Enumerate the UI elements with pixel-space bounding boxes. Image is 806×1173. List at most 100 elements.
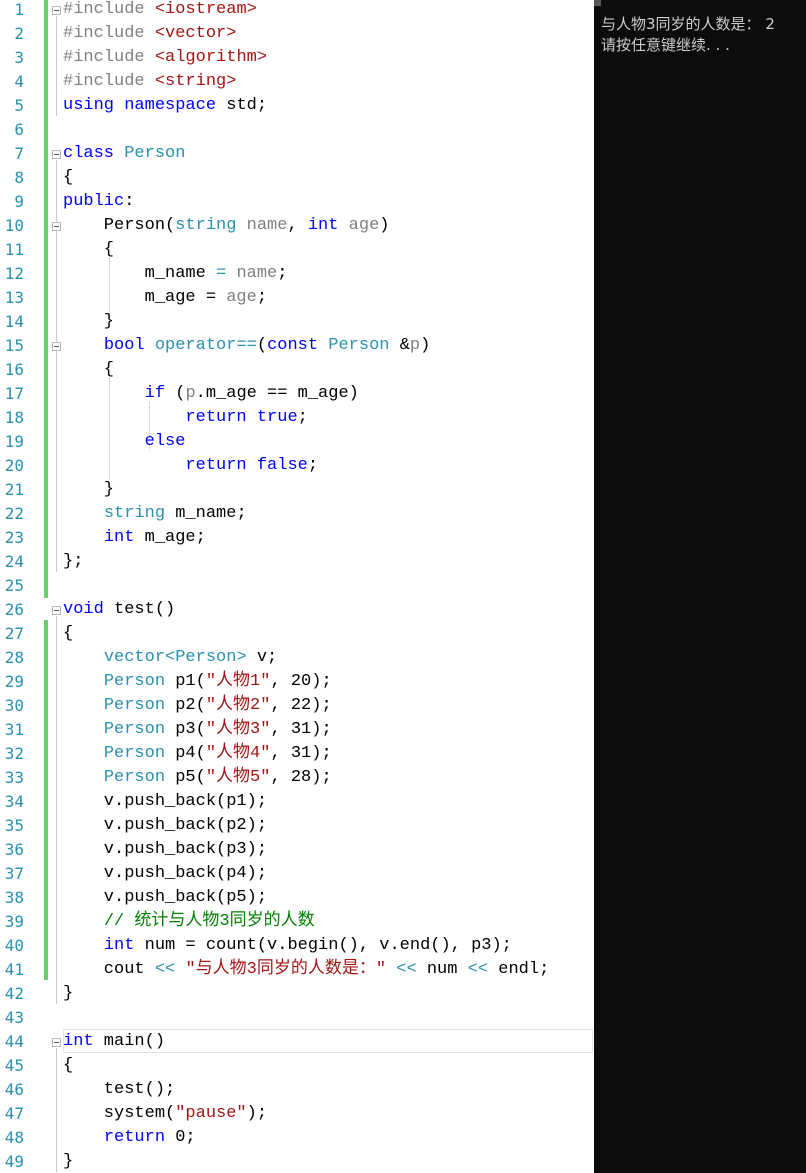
code-line[interactable]: system("pause"); [63, 1102, 267, 1126]
fold-toggle-icon[interactable] [52, 222, 61, 231]
code-line[interactable]: Person p3("人物3", 31); [63, 718, 332, 742]
code-line[interactable]: Person p1("人物1", 20); [63, 670, 332, 694]
code-token: ; [307, 456, 319, 475]
console-scrollbar-thumb[interactable] [594, 0, 601, 6]
code-token: return [185, 408, 247, 427]
code-token: Person [103, 696, 166, 715]
code-line[interactable]: m_name = name; [63, 262, 288, 286]
line-number: 45 [4, 1056, 24, 1075]
code-line[interactable]: int num = count(v.begin(), v.end(), p3); [63, 934, 512, 958]
line-number: 29 [4, 672, 24, 691]
code-line[interactable]: test(); [63, 1078, 175, 1102]
code-token: << [154, 960, 176, 979]
code-line[interactable]: return true; [63, 406, 307, 430]
code-line[interactable]: string m_name; [63, 502, 247, 526]
fold-toggle-icon[interactable] [52, 606, 61, 615]
code-line[interactable]: #include <iostream> [63, 0, 257, 22]
code-token: & [389, 336, 410, 355]
code-editor[interactable]: 1 2 3 4 5 6 7 8 9 10 11 12 13 14 15 16 17 18 19 20 21 22 23 24 2… [0, 0, 594, 1173]
line-number: 34 [4, 792, 24, 811]
code-line[interactable]: class Person [63, 142, 185, 166]
code-token: ); [246, 1104, 268, 1123]
code-line[interactable]: }; [63, 550, 83, 574]
code-line[interactable]: bool operator==(const Person &p) [63, 334, 431, 358]
code-token: p4( [165, 744, 206, 763]
code-line[interactable]: #include <algorithm> [63, 46, 267, 70]
code-token: string [103, 504, 166, 523]
code-token: false [256, 456, 308, 475]
code-line[interactable]: } [63, 982, 73, 1006]
code-token: true [256, 408, 298, 427]
code-token: ; [256, 288, 268, 307]
code-line[interactable]: { [63, 358, 114, 382]
code-line[interactable]: { [63, 1054, 73, 1078]
code-token: return [185, 456, 247, 475]
fold-toggle-icon[interactable] [52, 6, 61, 15]
line-number: 30 [4, 696, 24, 715]
code-token: public [63, 192, 125, 211]
code-line[interactable]: return 0; [63, 1126, 196, 1150]
code-line[interactable]: cout << "与人物3同岁的人数是：" << num << endl; [63, 958, 550, 982]
code-token: #include [63, 0, 155, 19]
line-number: 14 [4, 312, 24, 331]
code-line[interactable]: Person(string name, int age) [63, 214, 390, 238]
code-line[interactable]: int m_age; [63, 526, 206, 550]
fold-outline-line [56, 232, 57, 332]
code-line[interactable]: #include <string> [63, 70, 236, 94]
code-line[interactable]: #include <vector> [63, 22, 236, 46]
code-line[interactable]: v.push_back(p2); [63, 814, 267, 838]
line-number: 27 [4, 624, 24, 643]
code-line[interactable]: vector<Person> v; [63, 646, 277, 670]
code-token: if [144, 384, 166, 403]
line-number: 3 [14, 48, 24, 67]
console-window[interactable]: 与人物3同岁的人数是： 2 请按任意键继续. . . [594, 0, 806, 1173]
code-line[interactable]: } [63, 310, 114, 334]
code-token: Person [328, 336, 390, 355]
code-token: , [287, 216, 308, 235]
fold-toggle-icon[interactable] [52, 150, 61, 159]
line-number: 4 [14, 72, 24, 91]
code-line[interactable]: // 统计与人物3同岁的人数 [63, 910, 315, 934]
code-line[interactable]: Person p4("人物4", 31); [63, 742, 332, 766]
code-line[interactable]: Person p2("人物2", 22); [63, 694, 332, 718]
code-line[interactable]: if (p.m_age == m_age) [63, 382, 359, 406]
code-line[interactable]: { [63, 238, 114, 262]
line-number: 48 [4, 1128, 24, 1147]
code-line[interactable]: using namespace std; [63, 94, 267, 118]
fold-toggle-icon[interactable] [52, 342, 61, 351]
code-line[interactable]: public: [63, 190, 134, 214]
code-line[interactable]: } [63, 1150, 73, 1173]
fold-toggle-icon[interactable] [52, 1038, 61, 1047]
code-line[interactable]: m_age = age; [63, 286, 267, 310]
console-prompt-line: 请按任意键继续. . . [601, 36, 730, 54]
code-token: 0; [165, 1128, 196, 1147]
code-token: <iostream> [154, 0, 257, 19]
code-line[interactable]: return false; [63, 454, 318, 478]
code-token: Person( [63, 216, 176, 235]
code-line[interactable]: void test() [63, 598, 175, 622]
code-token: , 22); [270, 696, 332, 715]
code-token: "人物5" [205, 768, 271, 787]
code-token: { [63, 360, 115, 379]
code-token: v.push_back(p3); [63, 840, 268, 859]
code-line[interactable]: Person p5("人物5", 28); [63, 766, 332, 790]
code-line[interactable]: else [63, 430, 186, 454]
code-line[interactable]: v.push_back(p4); [63, 862, 267, 886]
code-line[interactable]: { [63, 166, 73, 190]
code-line[interactable]: v.push_back(p3); [63, 838, 267, 862]
code-token: { [63, 168, 74, 187]
code-line[interactable]: v.push_back(p5); [63, 886, 267, 910]
code-line[interactable]: } [63, 478, 114, 502]
code-line[interactable]: v.push_back(p1); [63, 790, 267, 814]
line-number-gutter: 1 2 3 4 5 6 7 8 9 10 11 12 13 14 15 16 17 18 19 20 21 22 23 24 2… [0, 0, 44, 1173]
code-line[interactable]: { [63, 622, 73, 646]
line-number: 32 [4, 744, 24, 763]
code-token: Person [124, 144, 186, 163]
code-token: v.push_back(p2); [63, 816, 268, 835]
